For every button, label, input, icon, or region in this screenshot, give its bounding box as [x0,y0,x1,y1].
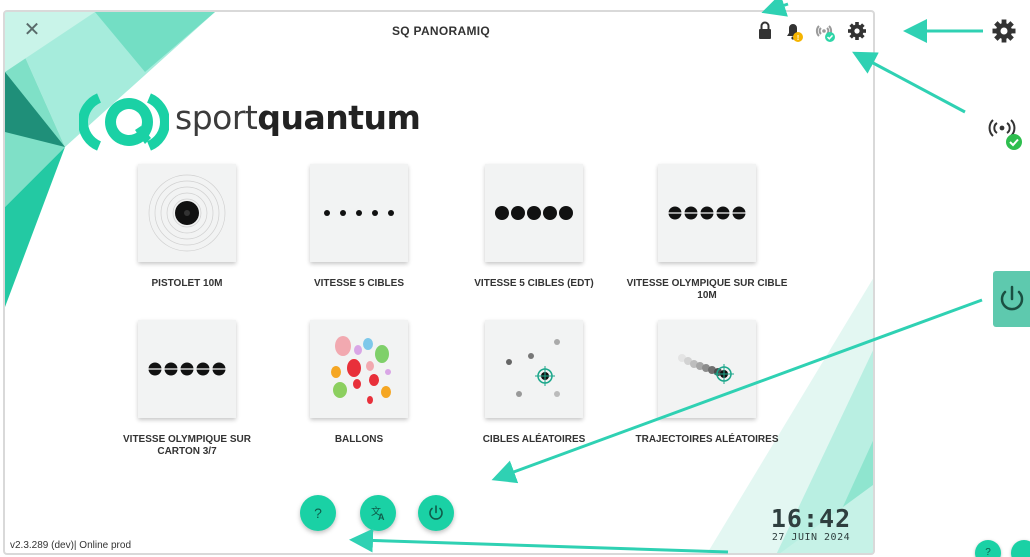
app-window: ✕ SQ PANORAMIQ ! sportquantum PISTOLET 1… [3,10,875,555]
clock-date: 27 JUIN 2024 [771,532,851,543]
pistol-target-icon [148,174,226,252]
lock-button[interactable] [753,18,777,44]
exercise-tile-trajectoires-aleatoires[interactable]: TRAJECTOIRES ALÉATOIRES [619,320,795,446]
power-icon [1000,285,1024,311]
mini-help-label: ? [985,547,991,557]
exercise-label: BALLONS [334,434,384,445]
logo-text-light: sport [175,98,258,137]
exercise-tile-ballons[interactable]: BALLONS [271,320,447,446]
random-trajectories-icon [678,354,734,384]
five-large-dots-icon [495,206,573,220]
exercise-label: VITESSE 5 CIBLES [313,278,405,289]
bell-icon: ! [787,24,803,42]
help-label: ? [314,505,322,521]
exercise-card [310,320,408,418]
exercise-tile-vitesse-5-edt[interactable]: VITESSE 5 CIBLES (EDT) [446,164,622,290]
exercise-label: VITESSE 5 CIBLES (EDT) [474,278,594,289]
help-button[interactable]: ? [300,495,336,531]
random-targets-icon [506,339,560,397]
svg-text:!: ! [797,35,799,42]
exercise-card [485,320,583,418]
exercise-tile-vitesse-olympique-carton[interactable]: VITESSE OLYMPIQUE SUR CARTON 3/7 [99,320,275,458]
exercise-tile-vitesse-olympique-cible[interactable]: VITESSE OLYMPIQUE SUR CIBLE 10M [619,164,795,302]
connection-icon [815,25,835,42]
exercise-tile-pistolet[interactable]: PISTOLET 10M [99,164,275,290]
logo-text-bold: quantum [257,98,421,137]
translate-icon: 文 A [371,505,385,522]
five-small-dots-icon [324,210,394,216]
exercise-label: VITESSE OLYMPIQUE SUR CARTON 3/7 [123,434,251,457]
settings-button[interactable] [845,18,869,44]
five-split-dots-icon [148,362,226,376]
power-icon [429,505,443,520]
notifications-button[interactable]: ! [781,18,805,44]
connection-status-button[interactable] [811,18,835,44]
mini-help-button: ? [975,540,1001,557]
exercise-tile-cibles-aleatoires[interactable]: CIBLES ALÉATOIRES [446,320,622,446]
clock-time: 16:42 [770,504,852,533]
exercise-card [485,164,583,262]
language-button[interactable]: 文 A [360,495,396,531]
logo-mark-icon [79,93,169,151]
exercise-card [138,164,236,262]
five-split-dots-icon [668,206,746,220]
gear-icon [992,19,1016,43]
svg-text:A: A [378,512,385,522]
balloons-icon [331,336,391,404]
screenshot-stage: ✕ SQ PANORAMIQ ! sportquantum PISTOLET 1… [0,0,1030,557]
connection-ok-icon [988,119,1022,150]
exercise-label: VITESSE OLYMPIQUE SUR CIBLE 10M [626,278,788,301]
exercise-card [658,320,756,418]
exercise-card [138,320,236,418]
lock-icon [759,21,771,39]
gear-icon [848,22,866,40]
exercise-card [658,164,756,262]
mini-language-button [1011,540,1030,557]
exercise-card [310,164,408,262]
exercise-label: CIBLES ALÉATOIRES [482,434,586,445]
exercise-label: TRAJECTOIRES ALÉATOIRES [635,434,779,445]
power-button[interactable] [418,495,454,531]
clock: 16:42 27 JUIN 2024 [763,506,859,544]
exercise-label: PISTOLET 10M [151,278,223,289]
version-info: v2.3.289 (dev)| Online prod [10,540,132,551]
sportquantum-logo: sportquantum [79,92,421,152]
exercise-tile-vitesse-5[interactable]: VITESSE 5 CIBLES [271,164,447,290]
logo-wordmark: sportquantum [175,98,421,137]
status-toolbar: ! [753,18,873,44]
window-title: SQ PANORAMIQ [391,24,491,38]
power-side-button [993,271,1030,327]
